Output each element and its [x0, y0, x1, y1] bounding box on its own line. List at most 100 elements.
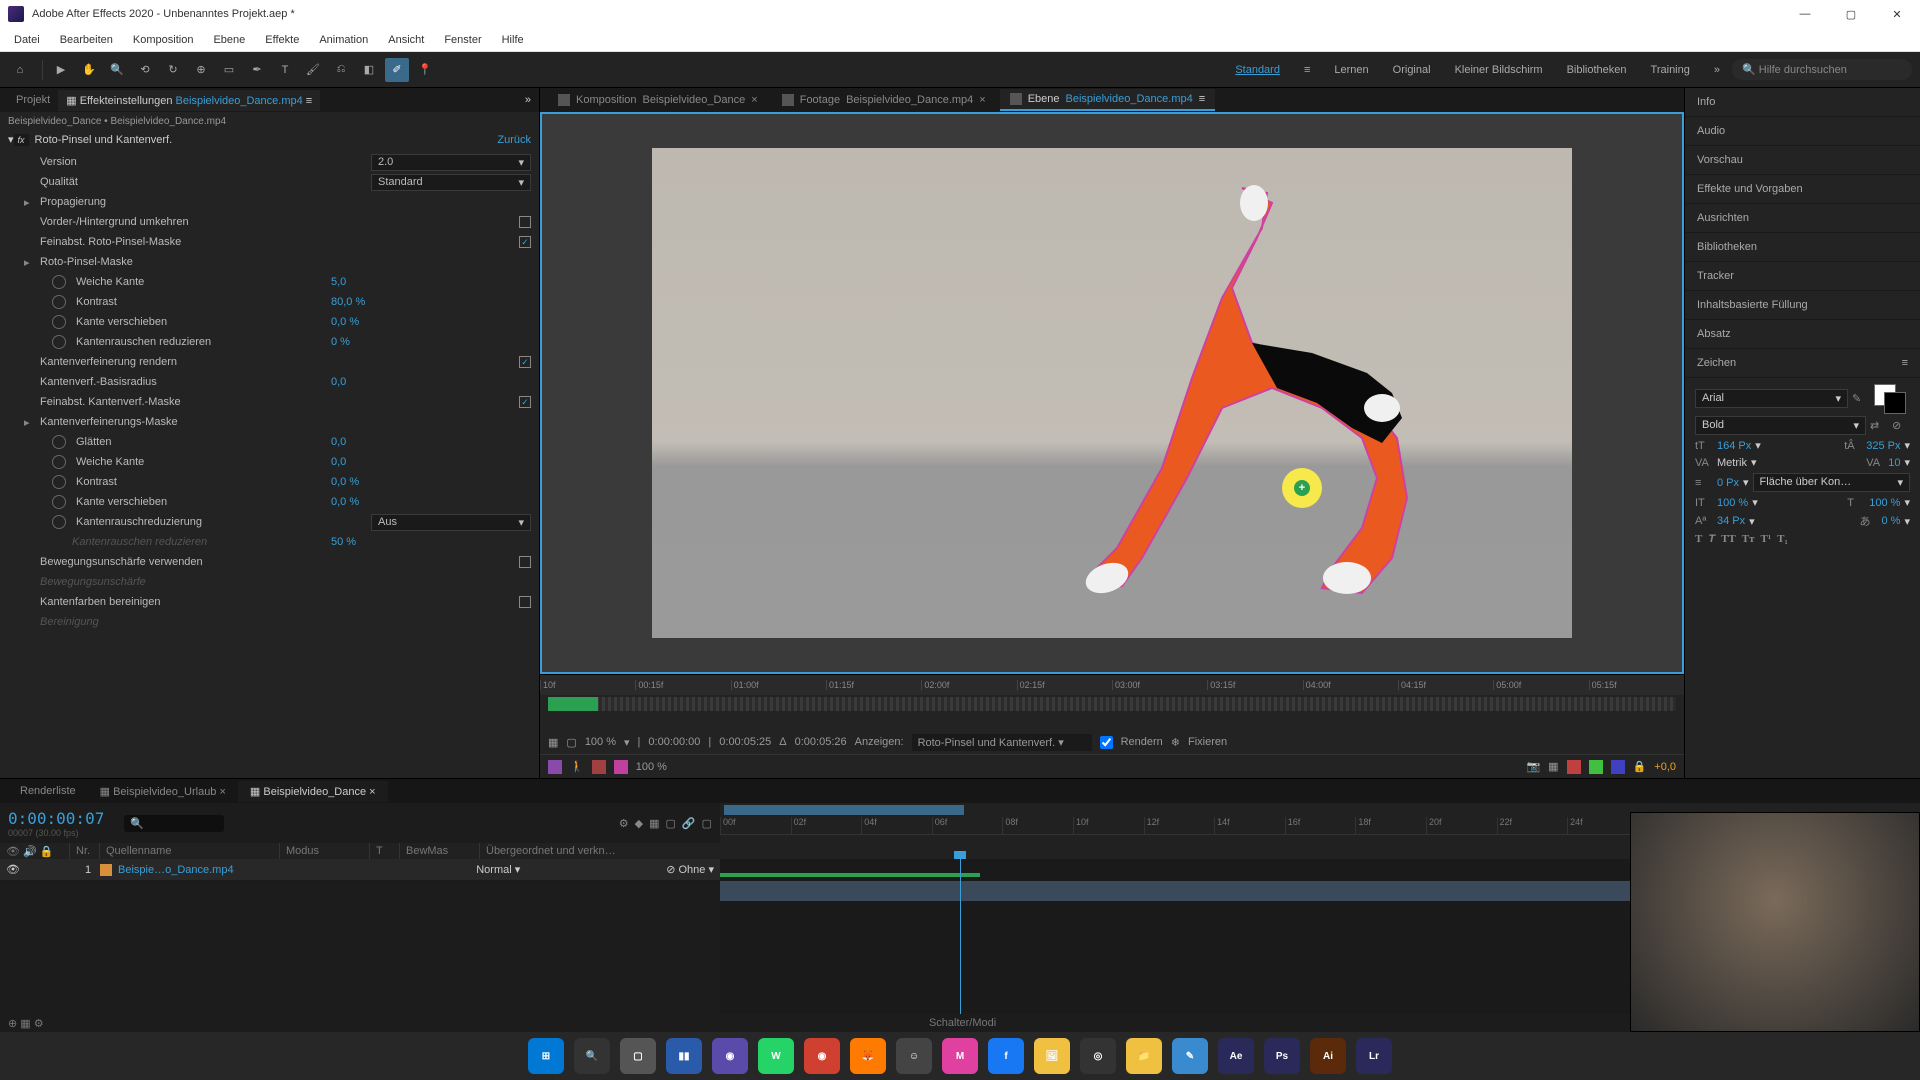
timeline-tab-1[interactable]: ▦ Beispielvideo_Urlaub ×: [88, 781, 238, 802]
workspace-training[interactable]: Training: [1639, 60, 1702, 80]
fill-mode-dropdown[interactable]: Fläche über Kon…▾: [1753, 473, 1910, 492]
freeze-icon[interactable]: ❄: [1171, 736, 1180, 749]
visibility-toggle[interactable]: 👁: [6, 863, 22, 876]
menu-bearbeiten[interactable]: Bearbeiten: [50, 32, 123, 48]
taskbar-app[interactable]: M: [942, 1038, 978, 1074]
pen-tool[interactable]: ✒: [245, 58, 269, 82]
allcaps-btn[interactable]: TT: [1721, 533, 1736, 545]
tl-tool-1[interactable]: ⚙: [619, 817, 629, 830]
stopwatch-icon[interactable]: [52, 435, 66, 449]
layer-name[interactable]: Beispie…o_Dance.mp4: [118, 864, 476, 876]
roto-brush-tool[interactable]: ✐: [385, 58, 409, 82]
blend-mode-dropdown[interactable]: Normal ▾: [476, 863, 556, 876]
effect-header[interactable]: ▾ fx Roto-Pinsel und Kantenverf. Zurück: [0, 131, 539, 148]
viewport[interactable]: +: [540, 112, 1684, 674]
stopwatch-icon[interactable]: [52, 295, 66, 309]
prop-propagierung[interactable]: ▸Propagierung: [0, 192, 539, 212]
help-search[interactable]: 🔍 Hilfe durchsuchen: [1732, 59, 1912, 80]
taskbar-app[interactable]: ▮▮: [666, 1038, 702, 1074]
type-tool[interactable]: T: [273, 58, 297, 82]
prop-kantenfarben-bereinigen[interactable]: Kantenfarben bereinigen: [0, 592, 539, 612]
taskbar-app[interactable]: ◉: [712, 1038, 748, 1074]
layer-mini-timeline[interactable]: 10f00:15f01:00f01:15f02:00f02:15f03:00f0…: [540, 674, 1684, 730]
zoom-tool[interactable]: 🔍: [105, 58, 129, 82]
toggle-switches-icon[interactable]: ⊕ ▦ ⚙: [8, 1017, 44, 1030]
chevron-down-icon[interactable]: ▾: [624, 736, 630, 749]
workspace-kleiner[interactable]: Kleiner Bildschirm: [1443, 60, 1555, 80]
layer-row[interactable]: 👁 1 Beispie…o_Dance.mp4 Normal ▾ ⊘ Ohne …: [0, 859, 720, 881]
current-timecode[interactable]: 0:00:00:07: [8, 809, 104, 828]
workspace-standard[interactable]: Standard: [1223, 60, 1292, 80]
stopwatch-icon[interactable]: [52, 475, 66, 489]
hand-tool[interactable]: ✋: [77, 58, 101, 82]
selection-tool[interactable]: ▶: [49, 58, 73, 82]
snapshot-icon[interactable]: 📷: [1526, 760, 1540, 773]
taskbar-app[interactable]: Lr: [1356, 1038, 1392, 1074]
stopwatch-icon[interactable]: [52, 515, 66, 529]
in-point[interactable]: 0:00:00:00: [648, 736, 700, 748]
taskbar-app[interactable]: ✎: [1172, 1038, 1208, 1074]
prop-version[interactable]: Version2.0▾: [0, 152, 539, 172]
panel-ausrichten[interactable]: Ausrichten: [1685, 204, 1920, 233]
panel-bibliotheken[interactable]: Bibliotheken: [1685, 233, 1920, 262]
menu-komposition[interactable]: Komposition: [123, 32, 204, 48]
prop-kantenrauschen-reduzieren[interactable]: Kantenrauschen reduzieren0 %: [0, 332, 539, 352]
smallcaps-btn[interactable]: Tᴛ: [1742, 533, 1755, 545]
font-weight-dropdown[interactable]: Bold▾: [1695, 416, 1866, 435]
prop-kontrast[interactable]: Kontrast0,0 %: [0, 472, 539, 492]
prop-gl-tten[interactable]: Glätten0,0: [0, 432, 539, 452]
parent-dropdown[interactable]: ⊘ Ohne ▾: [666, 863, 714, 876]
viewer-tab-komposition[interactable]: Komposition Beispielvideo_Dance ×: [548, 90, 768, 110]
tl-tool-6[interactable]: ▢: [702, 817, 712, 830]
swatch-pink[interactable]: [614, 760, 628, 774]
swap-icon[interactable]: ⇄: [1870, 419, 1888, 432]
lock-icon[interactable]: 🔒: [1633, 760, 1647, 773]
person-icon[interactable]: 🚶: [570, 760, 584, 773]
taskbar-app[interactable]: Ae: [1218, 1038, 1254, 1074]
prop-kantenverf-basisradius[interactable]: Kantenverf.-Basisradius0,0: [0, 372, 539, 392]
stopwatch-icon[interactable]: [52, 315, 66, 329]
italic-btn[interactable]: T: [1708, 533, 1715, 545]
panel-zeichen-header[interactable]: Zeichen≡: [1685, 349, 1920, 378]
menu-ebene[interactable]: Ebene: [203, 32, 255, 48]
prop-kontrast[interactable]: Kontrast80,0 %: [0, 292, 539, 312]
stopwatch-icon[interactable]: [52, 275, 66, 289]
taskbar-app[interactable]: 📁: [1126, 1038, 1162, 1074]
prop-kante-verschieben[interactable]: Kante verschieben0,0 %: [0, 312, 539, 332]
taskbar-app[interactable]: Ps: [1264, 1038, 1300, 1074]
prop-kante-verschieben[interactable]: Kante verschieben0,0 %: [0, 492, 539, 512]
panel-vorschau[interactable]: Vorschau: [1685, 146, 1920, 175]
pan-behind-tool[interactable]: ⊕: [189, 58, 213, 82]
viewer-tab-ebene[interactable]: Ebene Beispielvideo_Dance.mp4 ≡: [1000, 89, 1215, 111]
shape-tool[interactable]: ▭: [217, 58, 241, 82]
bold-btn[interactable]: T: [1695, 533, 1702, 545]
minimize-button[interactable]: —: [1782, 0, 1828, 28]
timeline-tab-0[interactable]: Renderliste: [8, 781, 88, 801]
prop-qualit-t[interactable]: QualitätStandard▾: [0, 172, 539, 192]
taskbar-app[interactable]: f: [988, 1038, 1024, 1074]
subscript-btn[interactable]: T₁: [1777, 533, 1788, 545]
workspace-bibliotheken[interactable]: Bibliotheken: [1555, 60, 1639, 80]
prop-bewegungsunsch-rfe-verwenden[interactable]: Bewegungsunschärfe verwenden: [0, 552, 539, 572]
tl-tool-3[interactable]: ▦: [649, 817, 659, 830]
work-area-bar[interactable]: [724, 805, 964, 815]
swatch-purple[interactable]: [548, 760, 562, 774]
menu-ansicht[interactable]: Ansicht: [378, 32, 434, 48]
tl-tool-2[interactable]: ◆: [635, 817, 643, 830]
switches-modes-toggle[interactable]: Schalter/Modi: [929, 1017, 996, 1029]
reset-link[interactable]: Zurück: [497, 134, 531, 146]
menu-fenster[interactable]: Fenster: [434, 32, 491, 48]
taskbar-app[interactable]: ☺: [896, 1038, 932, 1074]
tab-effekteinstellungen[interactable]: ▦ Effekteinstellungen Beispielvideo_Danc…: [58, 90, 320, 111]
no-color-icon[interactable]: ⊘: [1892, 419, 1910, 432]
panel-inhaltsbasierte-f-llung[interactable]: Inhaltsbasierte Füllung: [1685, 291, 1920, 320]
close-button[interactable]: ✕: [1874, 0, 1920, 28]
prop-weiche-kante[interactable]: Weiche Kante5,0: [0, 272, 539, 292]
playhead[interactable]: [960, 859, 961, 1014]
panel-info[interactable]: Info: [1685, 88, 1920, 117]
taskbar-app[interactable]: Ai: [1310, 1038, 1346, 1074]
prop-weiche-kante[interactable]: Weiche Kante0,0: [0, 452, 539, 472]
tl-tool-5[interactable]: 🔗: [682, 817, 696, 830]
taskbar-app[interactable]: ◎: [1080, 1038, 1116, 1074]
menu-hilfe[interactable]: Hilfe: [492, 32, 534, 48]
